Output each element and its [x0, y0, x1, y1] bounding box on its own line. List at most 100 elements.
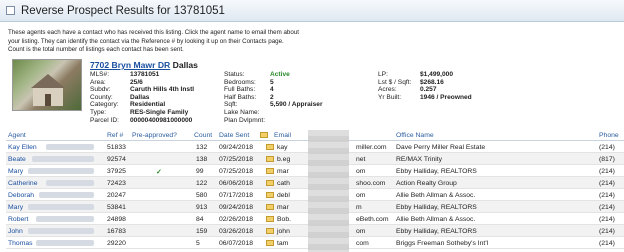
col-header-preapproved[interactable]: Pre-approved?: [132, 132, 177, 139]
email-link[interactable]: tam: [277, 240, 288, 247]
listing-count: 913: [196, 203, 208, 211]
intro-line-1: These agents each have a contact who has…: [8, 29, 299, 36]
agent-name-link[interactable]: Kay Ellen: [8, 144, 37, 151]
email-link[interactable]: john: [277, 228, 290, 235]
phone-number: (817): [599, 155, 615, 163]
preapproved-check: ✓: [156, 168, 162, 176]
property-col-3: LP: $1,499,000 Lst $ / Sqft: $268.16 Acres: 0…: [378, 71, 472, 101]
detail-row: Bedrooms: 5: [224, 79, 323, 87]
detail-label: Bedrooms:: [224, 78, 256, 86]
col-header-phone[interactable]: Phone: [599, 132, 619, 139]
email-link-tail[interactable]: eBeth.com: [356, 216, 389, 223]
detail-label: Type:: [90, 108, 107, 116]
agent-name-link[interactable]: Beate: [8, 156, 26, 163]
detail-value: RES-Single Family: [130, 108, 189, 116]
email-link-tail[interactable]: com: [356, 240, 369, 247]
office-name: Ebby Halliday, REALTORS: [396, 227, 477, 235]
phone-number: (214): [599, 179, 615, 187]
date-sent: 07/25/2018: [219, 155, 254, 163]
window-titlebar: Reverse Prospect Results for 13781051: [0, 0, 624, 22]
col-header-email[interactable]: Email: [274, 132, 291, 139]
detail-label: Yr Built:: [378, 93, 402, 101]
property-col-2: Status: Active Bedrooms: 5 Full Baths: 4 Half …: [224, 71, 323, 124]
col-header-office[interactable]: Office Name: [396, 132, 434, 139]
redacted-agent-surname: [28, 227, 94, 234]
email-link-tail[interactable]: m: [356, 204, 362, 211]
detail-label: Lake Name:: [224, 108, 260, 116]
office-name: Dave Perry Miller Real Estate: [396, 143, 486, 151]
agent-name-link[interactable]: Thomas: [8, 240, 33, 247]
phone-number: (214): [599, 227, 615, 235]
email-envelope-icon[interactable]: [266, 215, 274, 222]
property-address: 7702 Bryn Mawr DR Dallas: [90, 60, 198, 70]
email-envelope-icon[interactable]: [266, 239, 274, 246]
col-header-ref[interactable]: Ref #: [107, 132, 123, 139]
email-envelope-icon[interactable]: [266, 143, 274, 150]
detail-value: 0.257: [420, 86, 437, 94]
detail-row: Acres: 0.257: [378, 86, 472, 94]
phone-number: (214): [599, 239, 615, 247]
col-header-agent[interactable]: Agent: [8, 132, 26, 139]
date-sent: 07/17/2018: [219, 191, 254, 199]
email-envelope-icon[interactable]: [266, 179, 274, 186]
email-envelope-icon[interactable]: [266, 227, 274, 234]
redacted-agent-surname: [32, 155, 94, 162]
email-envelope-icon[interactable]: [266, 203, 274, 210]
detail-row: Area: 25/6: [90, 79, 194, 87]
email-envelope-icon[interactable]: [266, 167, 274, 174]
property-photo[interactable]: [12, 59, 82, 111]
col-header-date-sent[interactable]: Date Sent: [219, 132, 249, 139]
intro-line-3: Count is the total number of listings ea…: [8, 46, 184, 54]
email-envelope-icon[interactable]: [266, 191, 274, 198]
email-link-tail[interactable]: shoo.com: [356, 180, 385, 187]
office-name: Allie Beth Allman & Assoc.: [396, 215, 476, 223]
email-link-tail[interactable]: om: [356, 192, 365, 199]
ref-number: 37925: [107, 167, 126, 175]
property-address-link[interactable]: 7702 Bryn Mawr DR: [90, 60, 170, 70]
detail-label: Area:: [90, 78, 106, 86]
email-link-tail[interactable]: om: [356, 228, 365, 235]
email-link-tail[interactable]: om: [356, 168, 365, 175]
detail-label: LP:: [378, 71, 388, 78]
agent-name-link[interactable]: Deborah: [8, 192, 34, 199]
detail-row: Parcel ID: 00000400981000000: [90, 117, 194, 125]
detail-label: Sqft:: [224, 101, 238, 109]
listing-count: 159: [196, 227, 208, 235]
email-link[interactable]: Bob.: [277, 216, 291, 223]
email-link[interactable]: kay: [277, 144, 288, 151]
date-sent: 09/24/2018: [219, 203, 254, 211]
agent-name-link[interactable]: Mary: [8, 204, 23, 211]
date-sent: 09/24/2018: [219, 143, 254, 151]
phone-number: (214): [599, 143, 615, 151]
email-link-tail[interactable]: miller.com: [356, 144, 387, 151]
property-col-1: MLS#: 13781051 Area: 25/6 Subdv: Caruth Hills…: [90, 71, 194, 124]
redacted-agent-surname: [39, 191, 94, 198]
detail-row: Half Baths: 2: [224, 94, 323, 102]
detail-row: Type: RES-Single Family: [90, 109, 194, 117]
email-link[interactable]: debl: [277, 192, 290, 199]
detail-label: Lst $ / Sqft:: [378, 78, 412, 86]
email-envelope-icon[interactable]: [266, 155, 274, 162]
detail-value: Caruth Hills 4th Instl: [130, 86, 195, 94]
detail-value: Dallas: [130, 93, 150, 101]
col-header-count[interactable]: Count: [194, 132, 212, 139]
date-sent: 06/06/2018: [219, 179, 254, 187]
detail-row: Sqft: 5,590 / Appraiser: [224, 101, 323, 109]
email-link-tail[interactable]: net: [356, 156, 365, 163]
ref-number: 53841: [107, 203, 126, 211]
redacted-agent-surname: [46, 179, 94, 186]
listing-count: 138: [196, 155, 208, 163]
redaction-overlay: [308, 130, 349, 252]
detail-label: MLS#:: [90, 71, 110, 78]
agent-name-link[interactable]: Catherine: [8, 180, 37, 187]
detail-row: County: Dallas: [90, 94, 194, 102]
email-link[interactable]: mar: [277, 204, 289, 211]
detail-row: Status: Active: [224, 71, 323, 79]
agent-name-link[interactable]: Mary: [8, 168, 23, 175]
email-link[interactable]: b.eg: [277, 156, 290, 163]
agent-name-link[interactable]: John: [8, 228, 23, 235]
email-link[interactable]: cath: [277, 180, 290, 187]
agent-name-link[interactable]: Robert: [8, 216, 28, 223]
detail-label: Category:: [90, 101, 119, 109]
email-link[interactable]: mar: [277, 168, 289, 175]
